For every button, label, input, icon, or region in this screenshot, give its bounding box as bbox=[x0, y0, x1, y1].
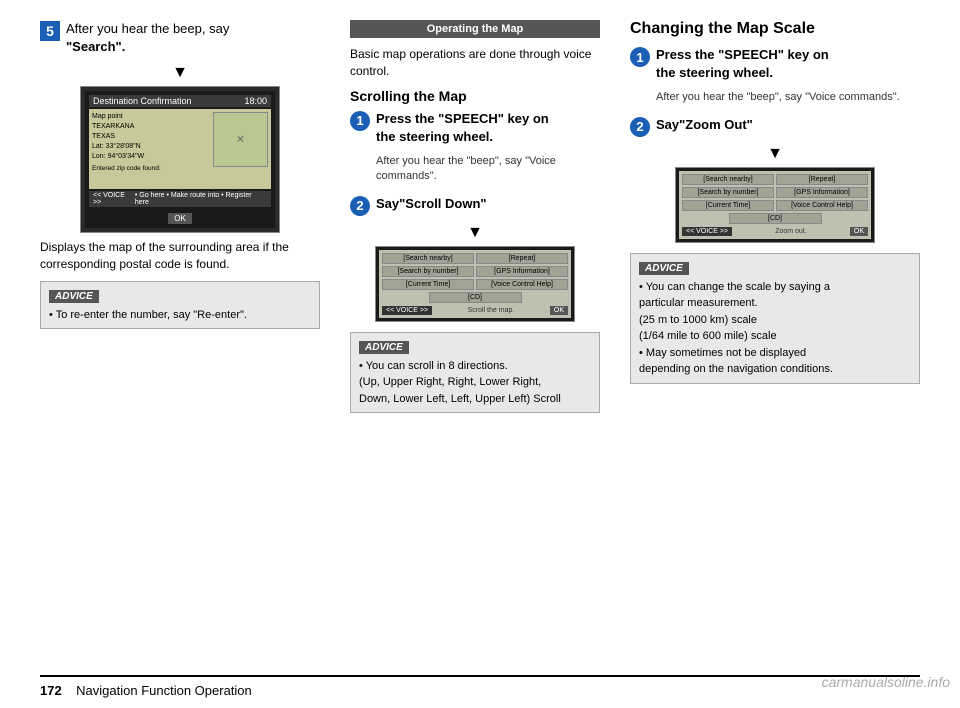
right-column: Changing the Map Scale 1 Press the "SPEE… bbox=[630, 20, 920, 675]
right-step2-number: 2 bbox=[630, 117, 650, 137]
right-advice-box: ADVICE • You can change the scale by say… bbox=[630, 253, 920, 384]
middle-step1-header: 1 Press the "SPEECH" key on the steering… bbox=[350, 110, 600, 146]
entered-text: Entered zip code found: bbox=[92, 164, 161, 173]
right-step1-text: Press the "SPEECH" key on the steering w… bbox=[656, 46, 829, 82]
zoom-grid: [Search nearby] [Repeat] [Search by numb… bbox=[682, 174, 868, 211]
arrow-down-left: ▼ bbox=[40, 64, 320, 82]
right-step2-block: 2 Say"Zoom Out" ▼ [Search nearby] [Repea… bbox=[630, 116, 920, 243]
scroll-voice-btn: << VOICE >> bbox=[382, 306, 432, 315]
right-step1-block: 1 Press the "SPEECH" key on the steering… bbox=[630, 46, 920, 106]
step5-number: 5 bbox=[40, 21, 60, 41]
scroll-ok-btn: OK bbox=[550, 306, 568, 315]
watermark: carmanualsoline.info bbox=[822, 674, 950, 690]
middle-advice-text: • You can scroll in 8 directions. (Up, U… bbox=[359, 358, 591, 408]
ok-button: OK bbox=[168, 213, 192, 224]
screen-options: • Go here • Make route into • Register h… bbox=[135, 192, 267, 206]
right-step1-after: After you hear the "beep", say "Voice co… bbox=[656, 90, 920, 105]
middle-step2-text: Say"Scroll Down" bbox=[376, 195, 487, 213]
screen-bottom-bar: << VOICE >> • Go here • Make route into … bbox=[89, 191, 271, 207]
zoom-cell-5: [Current Time] bbox=[682, 200, 774, 211]
state-label: TEXAS bbox=[92, 132, 161, 142]
middle-advice-title: ADVICE bbox=[359, 341, 409, 354]
zoom-cell-3: [Search by number] bbox=[682, 187, 774, 198]
scroll-cell-2: [Repeat] bbox=[476, 253, 568, 264]
page-number: 172 bbox=[40, 683, 62, 698]
right-step1-header: 1 Press the "SPEECH" key on the steering… bbox=[630, 46, 920, 82]
right-advice-title: ADVICE bbox=[639, 262, 689, 275]
middle-step2-number: 2 bbox=[350, 196, 370, 216]
scroll-cell-1: [Search nearby] bbox=[382, 253, 474, 264]
step5-text: After you hear the beep, say "Search". bbox=[66, 20, 229, 56]
zoom-cell-6: [Voice Control Help] bbox=[776, 200, 868, 211]
arrow-down-middle: ▼ bbox=[350, 224, 600, 242]
map-area: ✕ bbox=[213, 112, 268, 167]
right-step2-text: Say"Zoom Out" bbox=[656, 116, 753, 134]
footer-title: Navigation Function Operation bbox=[76, 683, 252, 698]
zoom-bottom: << VOICE >> Zoom out. OK bbox=[682, 227, 868, 236]
zoom-screen: [Search nearby] [Repeat] [Search by numb… bbox=[675, 167, 875, 243]
arrow-down-right: ▼ bbox=[630, 145, 920, 163]
zoom-cell-2: [Repeat] bbox=[776, 174, 868, 185]
right-step1-number: 1 bbox=[630, 47, 650, 67]
zoom-cell-4: [GPS Information] bbox=[776, 187, 868, 198]
scroll-screen: [Search nearby] [Repeat] [Search by numb… bbox=[375, 246, 575, 322]
left-screen: Destination Confirmation 18:00 Map point… bbox=[80, 86, 280, 233]
lat-row: Lat: 33°28'08"N bbox=[92, 142, 161, 152]
screen-header-time: 18:00 bbox=[244, 96, 267, 106]
step5-header: 5 After you hear the beep, say "Search". bbox=[40, 20, 320, 56]
lon-row: Lon: 94°03'34"W bbox=[92, 152, 161, 162]
zoom-voice-btn: << VOICE >> bbox=[682, 227, 732, 236]
scroll-grid: [Search nearby] [Repeat] [Search by numb… bbox=[382, 253, 568, 290]
zoom-cell-1: [Search nearby] bbox=[682, 174, 774, 185]
main-columns: 5 After you hear the beep, say "Search".… bbox=[40, 20, 920, 675]
map-point-label: Map point bbox=[92, 112, 161, 122]
left-column: 5 After you hear the beep, say "Search".… bbox=[40, 20, 320, 675]
left-advice-title: ADVICE bbox=[49, 290, 99, 303]
scroll-screen-body: [Search nearby] [Repeat] [Search by numb… bbox=[379, 250, 571, 318]
right-section-title: Changing the Map Scale bbox=[630, 20, 920, 38]
voice-label-left: << VOICE >> bbox=[93, 192, 135, 206]
middle-advice-box: ADVICE • You can scroll in 8 directions.… bbox=[350, 332, 600, 414]
page-number-area: 172 Navigation Function Operation bbox=[40, 683, 252, 698]
middle-step2-block: 2 Say"Scroll Down" ▼ [Search nearby] [Re… bbox=[350, 195, 600, 322]
middle-step1-after: After you hear the "beep", say "Voice co… bbox=[376, 154, 600, 185]
city-label: TEXARKANA bbox=[92, 122, 161, 132]
screen-info: Map point TEXARKANA TEXAS Lat: 33°28'08"… bbox=[92, 112, 161, 173]
screen-inner-left: Destination Confirmation 18:00 Map point… bbox=[85, 91, 275, 228]
left-advice-box: ADVICE • To re-enter the number, say "Re… bbox=[40, 281, 320, 330]
scroll-label: Scroll the map. bbox=[468, 307, 515, 314]
scroll-cell-4: [GPS Information] bbox=[476, 266, 568, 277]
middle-column: Operating the Map Basic map operations a… bbox=[350, 20, 600, 675]
screen-body-left: Map point TEXARKANA TEXAS Lat: 33°28'08"… bbox=[89, 109, 271, 189]
scroll-cell-5: [Current Time] bbox=[382, 279, 474, 290]
scroll-bottom: << VOICE >> Scroll the map. OK bbox=[382, 306, 568, 315]
middle-intro: Basic map operations are done through vo… bbox=[350, 46, 600, 80]
map-cross: ✕ bbox=[236, 134, 244, 145]
screen-header-left: Destination Confirmation 18:00 bbox=[89, 95, 271, 107]
ok-area: OK bbox=[89, 209, 271, 224]
zoom-screen-body: [Search nearby] [Repeat] [Search by numb… bbox=[679, 171, 871, 239]
page-footer: 172 Navigation Function Operation bbox=[40, 675, 920, 698]
right-step2-header: 2 Say"Zoom Out" bbox=[630, 116, 920, 137]
middle-step1-number: 1 bbox=[350, 111, 370, 131]
scroll-cell-7: [CD] bbox=[429, 292, 522, 303]
left-desc: Displays the map of the surrounding area… bbox=[40, 239, 320, 273]
middle-step2-header: 2 Say"Scroll Down" bbox=[350, 195, 600, 216]
right-advice-text: • You can change the scale by saying a p… bbox=[639, 279, 911, 378]
middle-step1-text: Press the "SPEECH" key on the steering w… bbox=[376, 110, 549, 146]
step5-block: 5 After you hear the beep, say "Search".… bbox=[40, 20, 320, 329]
page-content: 5 After you hear the beep, say "Search".… bbox=[0, 0, 960, 708]
middle-section-title: Operating the Map bbox=[350, 20, 600, 38]
screen-row-left: Map point TEXARKANA TEXAS Lat: 33°28'08"… bbox=[92, 112, 268, 173]
zoom-ok-btn: OK bbox=[850, 227, 868, 236]
left-advice-text: • To re-enter the number, say "Re-enter"… bbox=[49, 307, 311, 324]
zoom-label: Zoom out. bbox=[732, 228, 850, 235]
scrolling-heading: Scrolling the Map bbox=[350, 88, 600, 104]
scroll-cell-3: [Search by number] bbox=[382, 266, 474, 277]
zoom-cell-7: [CD] bbox=[729, 213, 822, 224]
screen-header-title: Destination Confirmation bbox=[93, 96, 192, 106]
scroll-cell-6: [Voice Control Help] bbox=[476, 279, 568, 290]
middle-step1-block: 1 Press the "SPEECH" key on the steering… bbox=[350, 110, 600, 185]
